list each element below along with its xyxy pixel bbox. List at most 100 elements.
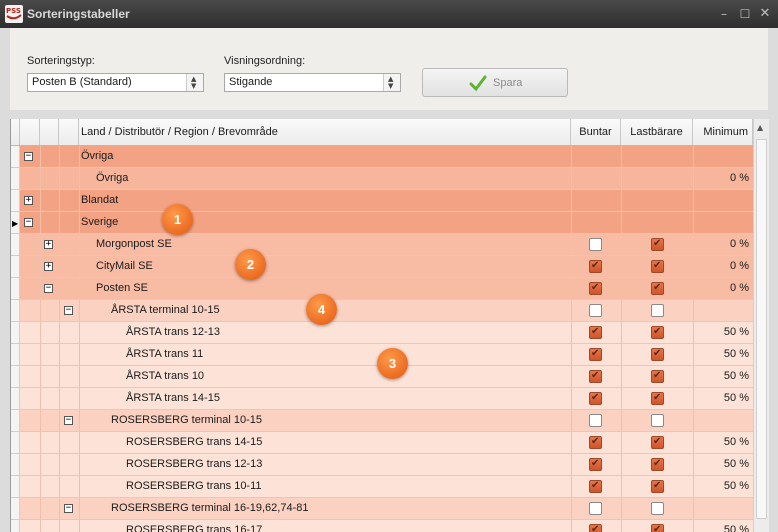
scroll-up-icon[interactable]: ▲ — [757, 123, 763, 132]
table-row[interactable]: ROSERSBERG trans 10-11 50 % — [11, 476, 753, 498]
table-row[interactable]: − Posten SE 0 % — [11, 278, 753, 300]
row-indicator[interactable] — [11, 190, 20, 211]
column-divider — [693, 410, 694, 431]
table-row[interactable]: + Blandat — [11, 190, 753, 212]
buntar-checkbox[interactable] — [589, 436, 602, 449]
header-lastbarare[interactable]: Lastbärare — [621, 119, 693, 145]
lastbarare-checkbox[interactable] — [651, 326, 664, 339]
lastbarare-checkbox[interactable] — [651, 502, 664, 515]
row-indicator[interactable] — [11, 234, 20, 255]
collapse-icon[interactable]: − — [64, 504, 73, 513]
row-indicator[interactable] — [11, 344, 20, 365]
table-row[interactable]: − ROSERSBERG terminal 10-15 — [11, 410, 753, 432]
buntar-checkbox[interactable] — [589, 238, 602, 251]
collapse-icon[interactable]: − — [44, 284, 53, 293]
lastbarare-checkbox[interactable] — [651, 260, 664, 273]
row-indicator[interactable] — [11, 454, 20, 475]
expand-icon[interactable]: + — [44, 240, 53, 249]
table-row[interactable]: + Morgonpost SE 0 % — [11, 234, 753, 256]
row-indicator[interactable] — [11, 476, 20, 497]
expand-icon[interactable]: + — [44, 262, 53, 271]
column-divider — [621, 388, 622, 409]
buntar-checkbox[interactable] — [589, 524, 602, 532]
row-label: ÅRSTA trans 11 — [126, 348, 204, 360]
row-indicator[interactable] — [11, 168, 20, 189]
collapse-icon[interactable]: − — [64, 416, 73, 425]
column-divider — [621, 498, 622, 519]
buntar-checkbox[interactable] — [589, 326, 602, 339]
buntar-checkbox[interactable] — [589, 260, 602, 273]
buntar-checkbox[interactable] — [589, 458, 602, 471]
lastbarare-checkbox[interactable] — [651, 436, 664, 449]
header-minimum[interactable]: Minimum — [693, 119, 753, 145]
scroll-thumb[interactable] — [756, 139, 767, 519]
lastbarare-checkbox[interactable] — [651, 458, 664, 471]
header-indicator-cell — [11, 119, 20, 145]
table-row[interactable]: ▶ − Sverige — [11, 212, 753, 234]
title-bar[interactable]: PSS Sorteringstabeller – ☐ ✕ — [0, 0, 778, 28]
table-row[interactable]: ROSERSBERG trans 14-15 50 % — [11, 432, 753, 454]
save-button[interactable]: Spara — [422, 68, 568, 97]
column-divider — [59, 212, 60, 233]
column-divider — [693, 300, 694, 321]
sort-type-select[interactable]: Posten B (Standard) ▲ ▼ — [27, 73, 204, 92]
order-select[interactable]: Stigande ▲ ▼ — [224, 73, 401, 92]
row-indicator[interactable] — [11, 432, 20, 453]
sort-type-spin[interactable]: ▲ ▼ — [186, 74, 203, 91]
table-row[interactable]: ÅRSTA trans 14-15 50 % — [11, 388, 753, 410]
close-icon[interactable]: ✕ — [757, 6, 773, 22]
buntar-checkbox[interactable] — [589, 414, 602, 427]
row-label: Övriga — [81, 150, 114, 162]
maximize-icon[interactable]: ☐ — [737, 6, 753, 22]
table-row[interactable]: + CityMail SE 0 % — [11, 256, 753, 278]
buntar-checkbox[interactable] — [589, 370, 602, 383]
row-indicator[interactable] — [11, 410, 20, 431]
expand-icon[interactable]: + — [24, 196, 33, 205]
lastbarare-checkbox[interactable] — [651, 480, 664, 493]
minimize-icon[interactable]: – — [716, 6, 732, 22]
table-row[interactable]: − ROSERSBERG terminal 16-19,62,74-81 — [11, 498, 753, 520]
row-indicator[interactable] — [11, 520, 20, 532]
collapse-icon[interactable]: − — [64, 306, 73, 315]
table-row[interactable]: ROSERSBERG trans 12-13 50 % — [11, 454, 753, 476]
buntar-checkbox[interactable] — [589, 348, 602, 361]
header-buntar[interactable]: Buntar — [571, 119, 621, 145]
table-row[interactable]: − ÅRSTA terminal 10-15 — [11, 300, 753, 322]
order-spin[interactable]: ▲ ▼ — [383, 74, 400, 91]
buntar-checkbox[interactable] — [589, 304, 602, 317]
row-indicator[interactable] — [11, 388, 20, 409]
table-row[interactable]: ÅRSTA trans 12-13 50 % — [11, 322, 753, 344]
row-label: ROSERSBERG terminal 10-15 — [111, 414, 262, 426]
row-indicator[interactable] — [11, 300, 20, 321]
lastbarare-checkbox[interactable] — [651, 414, 664, 427]
lastbarare-checkbox[interactable] — [651, 370, 664, 383]
lastbarare-checkbox[interactable] — [651, 282, 664, 295]
buntar-checkbox[interactable] — [589, 480, 602, 493]
lastbarare-checkbox[interactable] — [651, 304, 664, 317]
table-row[interactable]: − Övriga — [11, 146, 753, 168]
row-indicator[interactable] — [11, 498, 20, 519]
column-divider — [79, 432, 80, 453]
lastbarare-checkbox[interactable] — [651, 348, 664, 361]
lastbarare-checkbox[interactable] — [651, 238, 664, 251]
row-label: Övriga — [96, 172, 129, 184]
row-indicator[interactable]: ▶ — [11, 212, 20, 233]
row-indicator[interactable] — [11, 146, 20, 167]
table-row[interactable]: ROSERSBERG trans 16-17 50 % — [11, 520, 753, 532]
row-indicator[interactable] — [11, 366, 20, 387]
collapse-icon[interactable]: − — [24, 152, 33, 161]
column-divider — [693, 322, 694, 343]
lastbarare-checkbox[interactable] — [651, 524, 664, 532]
collapse-icon[interactable]: − — [24, 218, 33, 227]
buntar-checkbox[interactable] — [589, 282, 602, 295]
header-name[interactable]: Land / Distributör / Region / Brevområde — [79, 119, 571, 145]
lastbarare-checkbox[interactable] — [651, 392, 664, 405]
table-row[interactable]: Övriga 0 % — [11, 168, 753, 190]
buntar-checkbox[interactable] — [589, 392, 602, 405]
row-indicator[interactable] — [11, 322, 20, 343]
column-divider — [40, 520, 41, 532]
vertical-scrollbar[interactable]: ▲ — [753, 119, 769, 532]
buntar-checkbox[interactable] — [589, 502, 602, 515]
row-indicator[interactable] — [11, 256, 20, 277]
row-indicator[interactable] — [11, 278, 20, 299]
